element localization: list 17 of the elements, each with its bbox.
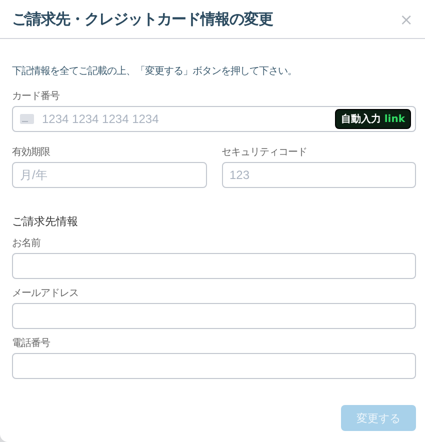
input-field[interactable]: 123 — [222, 162, 416, 188]
input-field[interactable]: 月/年 — [12, 162, 206, 188]
input-field[interactable] — [12, 303, 416, 329]
instruction-text: 下記情報を全てご記載の上、「変更する」ボタンを押して下さい。 — [12, 64, 298, 78]
section-heading: ご請求先情報 — [12, 214, 79, 229]
credit-card-icon — [20, 114, 34, 124]
input-field[interactable] — [12, 253, 416, 279]
field-label: 有効期限 — [12, 146, 51, 159]
dialog-title: ご請求先・クレジットカード情報の変更 — [12, 10, 273, 28]
autofill-button[interactable]: 自動入力 link — [334, 109, 411, 129]
field-label: 電話番号 — [12, 337, 51, 350]
field-label: メールアドレス — [12, 287, 80, 300]
input-field[interactable]: 1234 1234 1234 1234 自動入力 link — [12, 106, 416, 132]
field-label: セキュリティコード — [222, 146, 308, 159]
field-label: カード番号 — [12, 90, 60, 103]
input-field[interactable] — [12, 353, 416, 379]
field-label: お名前 — [12, 237, 42, 250]
